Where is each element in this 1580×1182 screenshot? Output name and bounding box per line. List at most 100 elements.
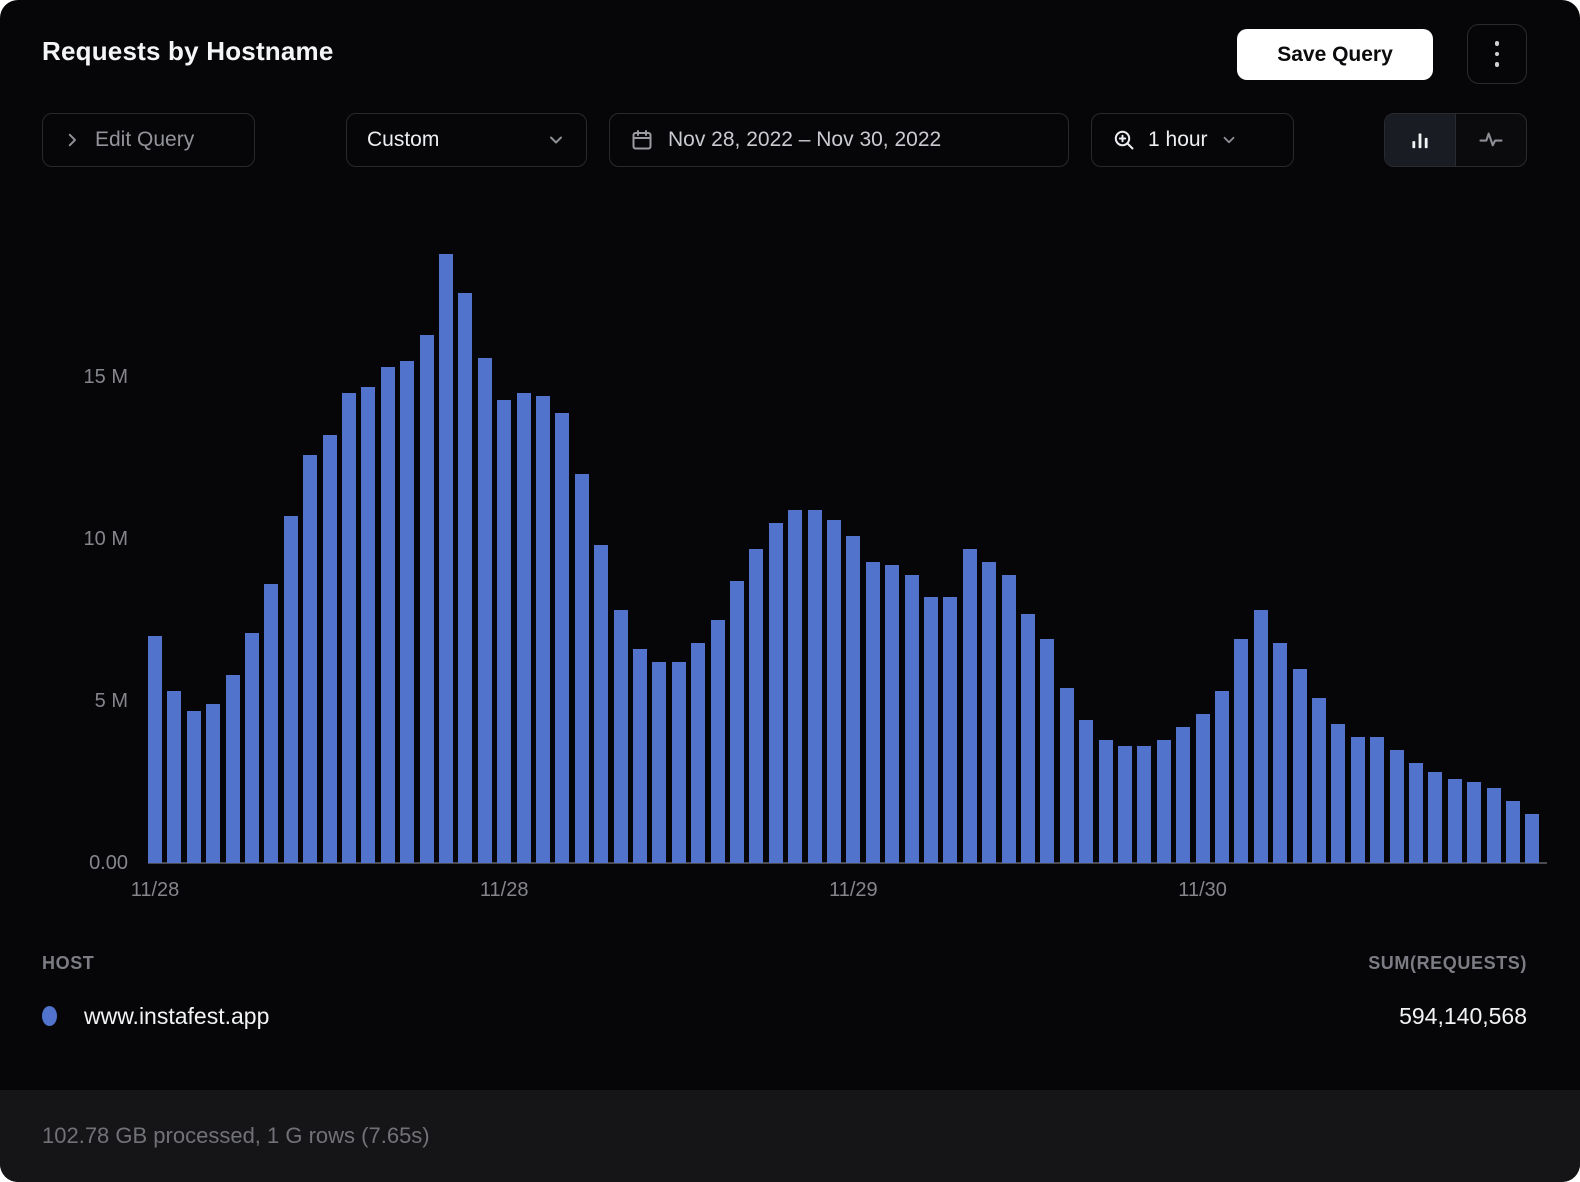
bar[interactable] [1099, 740, 1113, 863]
bar[interactable] [1312, 698, 1326, 863]
range-preset-value: Custom [367, 128, 440, 151]
bar[interactable] [827, 520, 841, 863]
query-status-bar: 102.78 GB processed, 1 G rows (7.65s) [0, 1090, 1580, 1182]
bar[interactable] [1118, 746, 1132, 863]
bar-chart-icon [1412, 133, 1428, 149]
bar-chart-toggle-button[interactable] [1385, 114, 1455, 166]
bar[interactable] [323, 435, 337, 863]
bar[interactable] [846, 536, 860, 863]
bar[interactable] [284, 516, 298, 863]
bar[interactable] [943, 597, 957, 863]
bar[interactable] [1525, 814, 1539, 863]
bar[interactable] [342, 393, 356, 863]
bar[interactable] [963, 549, 977, 863]
bar[interactable] [1331, 724, 1345, 863]
bar[interactable] [924, 597, 938, 863]
x-axis-tick-label: 11/29 [829, 879, 878, 901]
bar[interactable] [749, 549, 763, 863]
bar[interactable] [1176, 727, 1190, 863]
bar[interactable] [381, 367, 395, 863]
bar[interactable] [1448, 779, 1462, 863]
bar[interactable] [788, 510, 802, 863]
y-axis-tick-label: 0.00 [89, 852, 128, 874]
edit-query-label: Edit Query [95, 128, 195, 151]
bar[interactable] [1273, 643, 1287, 863]
bar[interactable] [885, 565, 899, 863]
kebab-icon [1494, 41, 1500, 67]
chevron-right-icon [68, 133, 76, 147]
bar[interactable] [1351, 737, 1365, 863]
bar[interactable] [555, 413, 569, 863]
calendar-icon [632, 130, 652, 150]
bar[interactable] [226, 675, 240, 863]
zoom-in-icon [1114, 130, 1134, 150]
query-status-text: 102.78 GB processed, 1 G rows (7.65s) [42, 1123, 430, 1148]
chevron-down-icon [1223, 136, 1234, 144]
bar[interactable] [148, 636, 162, 863]
bar[interactable] [691, 643, 705, 863]
save-query-button[interactable]: Save Query [1237, 29, 1433, 80]
bar[interactable] [711, 620, 725, 863]
pulse-line-icon [1479, 132, 1503, 147]
line-chart-toggle-button[interactable] [1455, 114, 1526, 166]
bar[interactable] [982, 562, 996, 863]
bar[interactable] [575, 474, 589, 863]
bar[interactable] [594, 545, 608, 863]
chart-type-toggle [1384, 113, 1527, 167]
bar[interactable] [1409, 763, 1423, 863]
bar[interactable] [1021, 614, 1035, 863]
y-axis-tick-label: 15 M [83, 366, 128, 388]
bar[interactable] [1040, 639, 1054, 863]
bar[interactable] [1079, 720, 1093, 863]
bar[interactable] [1293, 669, 1307, 863]
bar[interactable] [652, 662, 666, 863]
bar[interactable] [458, 293, 472, 863]
bar[interactable] [614, 610, 628, 863]
bar[interactable] [1157, 740, 1171, 863]
bar[interactable] [1215, 691, 1229, 863]
bar[interactable] [1467, 782, 1481, 863]
range-preset-select[interactable]: Custom [346, 113, 587, 167]
bar[interactable] [497, 400, 511, 863]
bar[interactable] [400, 361, 414, 863]
bar[interactable] [1428, 772, 1442, 863]
bar[interactable] [905, 575, 919, 863]
bar[interactable] [420, 335, 434, 863]
bar[interactable] [1137, 746, 1151, 863]
series-color-dot [42, 1006, 57, 1026]
bar[interactable] [245, 633, 259, 863]
interval-select[interactable]: 1 hour [1091, 113, 1294, 167]
y-axis-tick-label: 5 M [94, 690, 128, 712]
bar[interactable] [167, 691, 181, 863]
bar[interactable] [1060, 688, 1074, 863]
date-range-button[interactable]: Nov 28, 2022 – Nov 30, 2022 [609, 113, 1069, 167]
legend-row-instafest[interactable]: www.instafest.app 594,140,568 [42, 1000, 1527, 1032]
bar[interactable] [1002, 575, 1016, 863]
bar[interactable] [439, 254, 453, 863]
bar[interactable] [1196, 714, 1210, 863]
bar[interactable] [1487, 788, 1501, 863]
bar[interactable] [730, 581, 744, 863]
y-axis-tick-label: 10 M [83, 528, 128, 550]
bar[interactable] [536, 396, 550, 863]
bar[interactable] [633, 649, 647, 863]
bar[interactable] [769, 523, 783, 863]
bar[interactable] [1506, 801, 1520, 863]
bar[interactable] [517, 393, 531, 863]
bar[interactable] [808, 510, 822, 863]
bar[interactable] [1254, 610, 1268, 863]
overflow-menu-button[interactable] [1467, 24, 1527, 84]
bar[interactable] [264, 584, 278, 863]
bar[interactable] [361, 387, 375, 863]
bar[interactable] [478, 358, 492, 863]
bar[interactable] [1234, 639, 1248, 863]
bar[interactable] [672, 662, 686, 863]
bar[interactable] [1390, 750, 1404, 863]
sum-value: 594,140,568 [1399, 1002, 1527, 1029]
bar[interactable] [303, 455, 317, 863]
bar[interactable] [1370, 737, 1384, 863]
bar[interactable] [866, 562, 880, 863]
bar[interactable] [187, 711, 201, 863]
edit-query-button[interactable]: Edit Query [42, 113, 255, 167]
bar[interactable] [206, 704, 220, 863]
